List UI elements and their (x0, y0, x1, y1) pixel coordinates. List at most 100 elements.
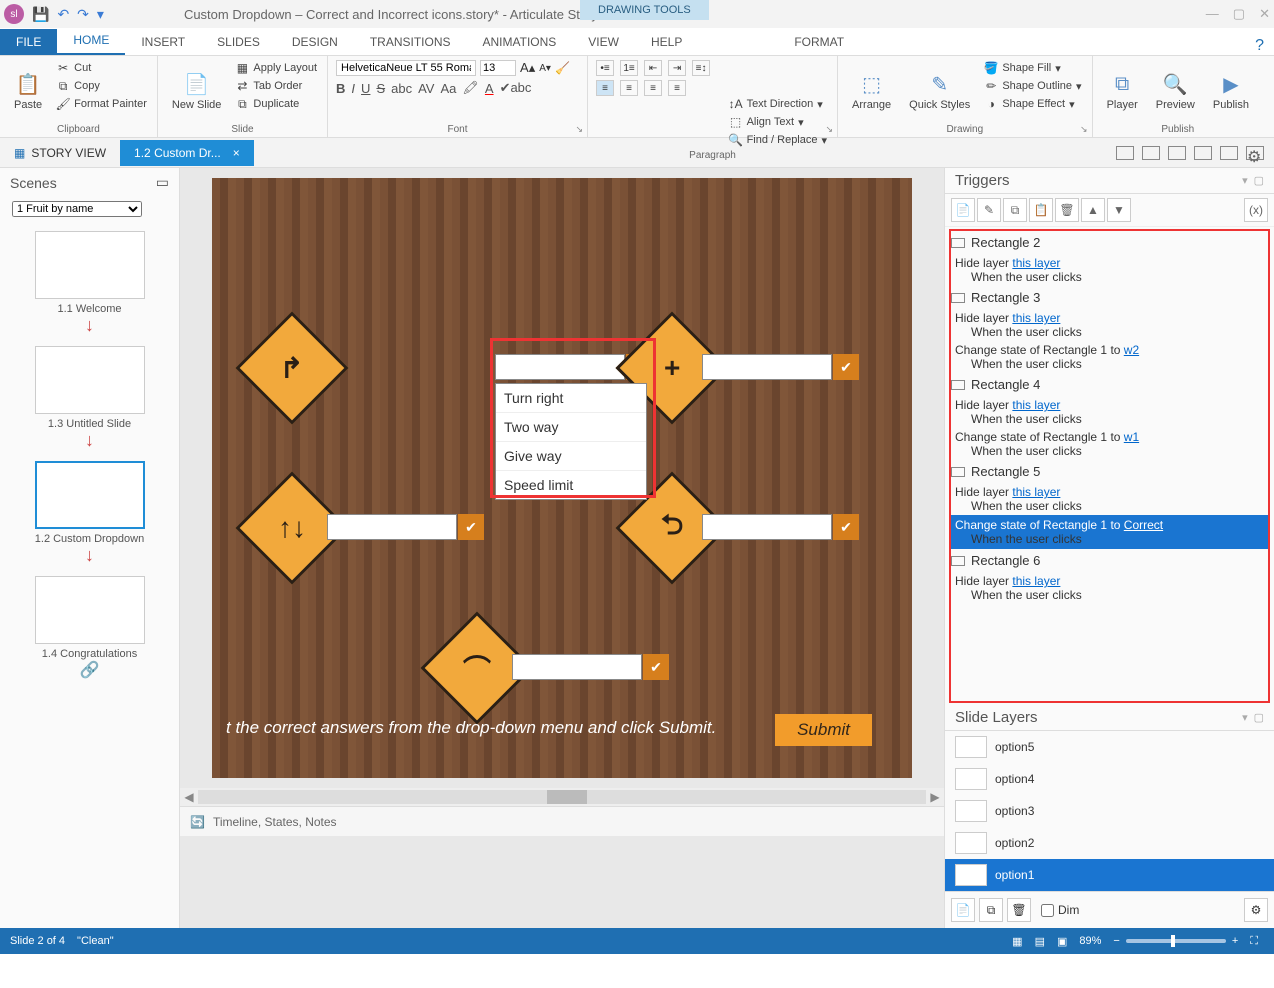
zoom-out-button[interactable]: − (1113, 935, 1119, 947)
trigger-action[interactable]: Hide layer this layerWhen the user click… (951, 572, 1268, 604)
duplicate-layer-button[interactable]: ⧉ (979, 898, 1003, 922)
close-icon[interactable]: ✕ (1259, 6, 1270, 22)
tab-current-slide[interactable]: 1.2 Custom Dr...× (120, 140, 254, 166)
view-phone-landscape-icon[interactable] (1194, 146, 1212, 160)
tab-animations[interactable]: ANIMATIONS (467, 29, 573, 55)
copy-button[interactable]: ⧉Copy (54, 78, 149, 94)
drawing-dialog-launcher[interactable]: ↘ (1080, 124, 1088, 135)
submit-button[interactable]: Submit (775, 714, 872, 746)
tab-story-view[interactable]: ▦STORY VIEW (0, 140, 120, 166)
char-spacing-button[interactable]: AV (418, 81, 434, 96)
justify-button[interactable]: ≡ (668, 80, 686, 96)
move-down-button[interactable]: ▼ (1107, 198, 1131, 222)
new-trigger-button[interactable]: 📄 (951, 198, 975, 222)
chevron-down-icon[interactable]: ▾ (1242, 174, 1248, 187)
clear-format-icon[interactable]: 🧹 (555, 61, 570, 75)
shadow-button[interactable]: abc (391, 81, 412, 96)
highlight-button[interactable]: 🖍 (462, 80, 479, 96)
option-give-way[interactable]: Give way (496, 442, 646, 471)
preview-button[interactable]: 🔍Preview (1150, 60, 1201, 122)
new-layer-button[interactable]: 📄 (951, 898, 975, 922)
delete-trigger-button[interactable]: 🗑 (1055, 198, 1079, 222)
tab-insert[interactable]: INSERT (125, 29, 201, 55)
copy-trigger-button[interactable]: ⧉ (1003, 198, 1027, 222)
layer-row[interactable]: option1 (945, 859, 1274, 891)
close-tab-icon[interactable]: × (233, 146, 240, 160)
line-spacing-button[interactable]: ≡↕ (692, 60, 710, 76)
view-phone-portrait-icon[interactable] (1220, 146, 1238, 160)
text-direction-button[interactable]: ↕AText Direction▾ (727, 96, 829, 112)
dropdown-toggle-2[interactable]: ✔ (833, 354, 859, 380)
shrink-font-icon[interactable]: A▾ (539, 63, 551, 74)
edit-trigger-button[interactable]: ✎ (977, 198, 1001, 222)
dropdown-toggle-5[interactable]: ✔ (643, 654, 669, 680)
trigger-object-header[interactable]: Rectangle 4 (951, 373, 1268, 396)
tab-view[interactable]: VIEW (572, 29, 635, 55)
tab-file[interactable]: FILE (0, 29, 57, 55)
strike-button[interactable]: S (376, 81, 385, 96)
slide-canvas[interactable]: ↱ v + ✔ ↑↓ ✔ ⮌ ✔ ⌒ ✔ Turn right Two way … (212, 178, 912, 778)
dropdown-toggle-3[interactable]: ✔ (458, 514, 484, 540)
trigger-object-header[interactable]: Rectangle 5 (951, 460, 1268, 483)
numbering-button[interactable]: 1≡ (620, 60, 638, 76)
new-scene-icon[interactable]: ▭ (156, 174, 169, 191)
trigger-action[interactable]: Hide layer this layerWhen the user click… (951, 483, 1268, 515)
help-icon[interactable]: ? (1255, 37, 1264, 55)
view-normal-icon[interactable]: ▦ (1012, 935, 1022, 948)
new-slide-button[interactable]: 📄New Slide (166, 60, 228, 122)
save-icon[interactable]: 💾 (32, 6, 49, 23)
align-text-button[interactable]: ⬚Align Text▾ (727, 114, 829, 130)
align-left-button[interactable]: ≡ (596, 80, 614, 96)
layer-row[interactable]: option5 (945, 731, 1274, 763)
trigger-object-header[interactable]: Rectangle 3 (951, 286, 1268, 309)
trigger-action[interactable]: Change state of Rectangle 1 to w1When th… (951, 428, 1268, 460)
scene-selector[interactable]: 1 Fruit by name (12, 201, 142, 217)
scroll-right-icon[interactable]: ▶ (926, 790, 944, 804)
paste-button[interactable]: 📋Paste (8, 60, 48, 122)
layer-row[interactable]: option2 (945, 827, 1274, 859)
scroll-thumb[interactable] (547, 790, 587, 804)
panel-maximize-icon[interactable]: ▢ (1254, 174, 1264, 187)
dropdown-field-2[interactable] (702, 354, 832, 380)
delete-layer-button[interactable]: 🗑 (1007, 898, 1031, 922)
dropdown-field-5[interactable] (512, 654, 642, 680)
slide-thumb[interactable] (35, 461, 145, 529)
view-slide-icon[interactable]: ▤ (1035, 935, 1045, 948)
panel-maximize-icon[interactable]: ▢ (1254, 711, 1264, 724)
tab-help[interactable]: HELP (635, 29, 698, 55)
view-tablet-portrait-icon[interactable] (1168, 146, 1186, 160)
change-case-button[interactable]: Aa (440, 81, 456, 96)
shape-fill-button[interactable]: 🪣Shape Fill▾ (982, 60, 1083, 76)
undo-icon[interactable]: ↶ (57, 6, 69, 23)
font-dialog-launcher[interactable]: ↘ (575, 124, 583, 135)
quick-styles-button[interactable]: ✎Quick Styles (903, 60, 976, 122)
slide-thumb[interactable] (35, 346, 145, 414)
bullets-button[interactable]: •≡ (596, 60, 614, 76)
tab-transitions[interactable]: TRANSITIONS (354, 29, 467, 55)
font-size-input[interactable] (480, 60, 516, 76)
outdent-button[interactable]: ⇤ (644, 60, 662, 76)
trigger-object-header[interactable]: Rectangle 6 (951, 549, 1268, 572)
maximize-icon[interactable]: ▢ (1233, 6, 1245, 22)
shape-outline-button[interactable]: ✏Shape Outline▾ (982, 78, 1083, 94)
publish-button[interactable]: ▶Publish (1207, 60, 1255, 122)
chevron-down-icon[interactable]: ▾ (1242, 711, 1248, 724)
grow-font-icon[interactable]: A▴ (520, 60, 535, 76)
tab-home[interactable]: HOME (57, 27, 125, 55)
minimize-icon[interactable]: — (1206, 6, 1219, 22)
slide-thumb[interactable] (35, 576, 145, 644)
dropdown-field-1[interactable] (495, 354, 625, 380)
tab-design[interactable]: DESIGN (276, 29, 354, 55)
option-turn-right[interactable]: Turn right (496, 384, 646, 413)
refresh-icon[interactable]: 🔄 (190, 815, 205, 829)
view-tablet-landscape-icon[interactable] (1142, 146, 1160, 160)
fit-window-button[interactable]: ⛶ (1250, 935, 1258, 948)
scroll-left-icon[interactable]: ◀ (180, 790, 198, 804)
find-replace-button[interactable]: 🔍Find / Replace▾ (727, 132, 829, 148)
format-painter-button[interactable]: 🖌Format Painter (54, 96, 149, 112)
dropdown-field-4[interactable] (702, 514, 832, 540)
zoom-in-button[interactable]: + (1232, 935, 1238, 947)
layer-settings-button[interactable]: ⚙ (1244, 898, 1268, 922)
apply-layout-button[interactable]: ▦Apply Layout (233, 60, 319, 76)
shape-effect-button[interactable]: ◑Shape Effect▾ (982, 96, 1083, 112)
